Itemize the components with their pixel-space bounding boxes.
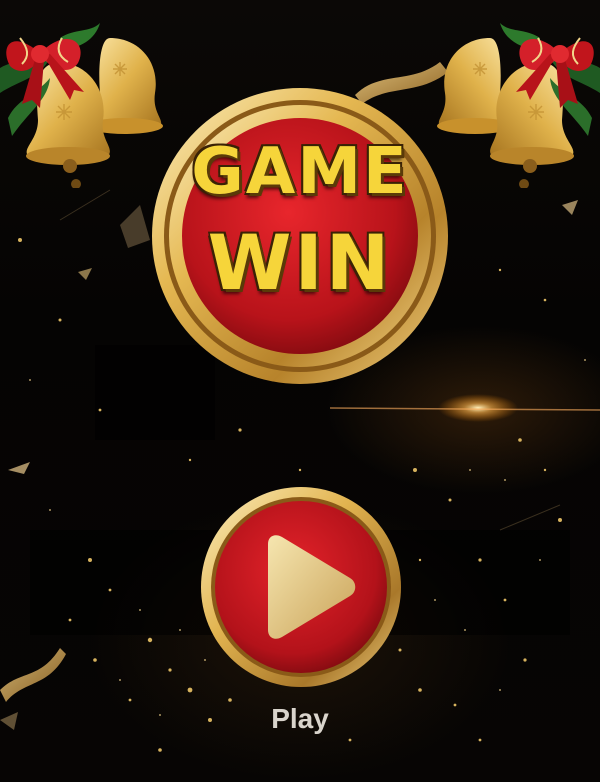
game-splash-screen: GAME WIN Play	[0, 0, 600, 782]
play-label[interactable]: Play	[240, 703, 360, 735]
christmas-bells-left-icon	[0, 23, 163, 188]
christmas-bells-right-icon	[437, 23, 600, 188]
logo-text-win: WIN	[207, 218, 393, 307]
play-icon	[201, 487, 401, 687]
logo-text-game: GAME	[191, 135, 409, 209]
play-button[interactable]	[200, 486, 402, 688]
